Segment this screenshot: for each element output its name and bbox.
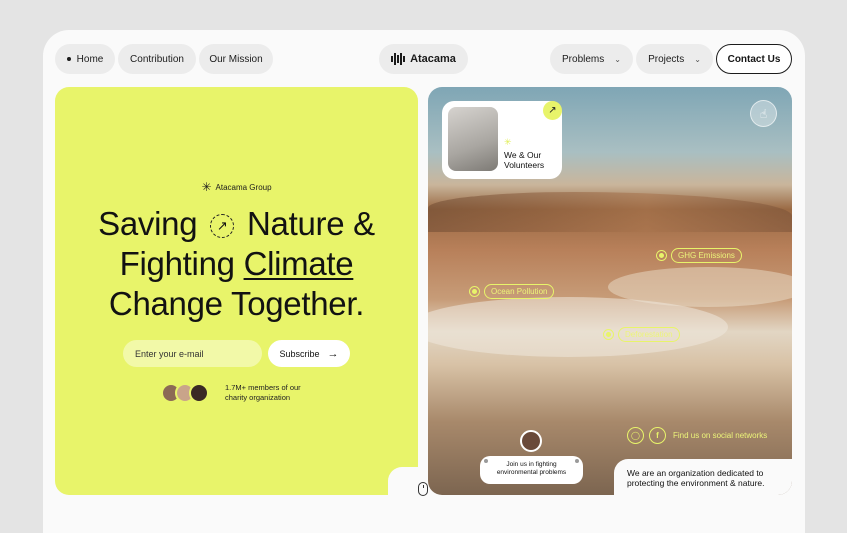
arrow-up-right-icon[interactable]: ↗ [543,101,562,120]
headline-word-climate: Climate [243,245,354,282]
tag-ocean-label: Ocean Pollution [484,283,555,299]
join-us-card[interactable]: Join us in fighting environmental proble… [480,456,583,484]
dot-icon [575,459,579,463]
nav-contribution-label: Contribution [130,53,184,65]
tag-ghg-emissions[interactable]: GHG Emissions [656,247,742,263]
nav-problems-dropdown[interactable]: Problems ⌄ [550,44,633,74]
subscribe-label: Subscribe [279,348,320,359]
mission-line-2: protecting the environment & nature. [627,478,765,488]
tag-deforestation[interactable]: Deforestation [603,326,680,342]
arrow-right-icon: → [327,347,339,360]
members-count: 1.7M+ members of our charity organizatio… [225,383,335,403]
top-nav: Home Contribution Our Mission Atacama Pr… [43,30,805,88]
tag-deforestation-label: Deforestation [618,326,680,342]
member-avatars [161,383,209,405]
nav-our-mission-label: Our Mission [209,53,263,65]
instagram-icon[interactable]: ◯ [627,427,644,444]
brand-tag-label: Atacama Group [215,182,272,192]
mission-line-1: We are an organization dedicated to [627,468,764,478]
target-icon [469,285,480,297]
headline-word-fighting: Fighting [119,245,235,282]
headline-word-nature: Nature & [247,205,375,242]
active-dot-icon [66,57,71,61]
hero-headline: Saving ↗ Nature & Fighting Climate Chang… [55,204,418,324]
landscape-image: ✳ We & Our Volunteers ↗ ☝ GHG Emissions … [428,87,792,495]
page: Home Contribution Our Mission Atacama Pr… [43,30,805,533]
headline-word-saving: Saving [98,205,198,242]
email-input[interactable] [123,340,262,367]
contact-us-button[interactable]: Contact Us [716,44,792,74]
headline-line-3: Change Together. [108,285,365,322]
hero-panel: ✳ Atacama Group Saving ↗ Nature & Fighti… [55,87,418,495]
facebook-icon[interactable]: f [649,427,666,444]
social-links: ◯ f Find us on social networks [627,427,767,444]
nav-projects-dropdown[interactable]: Projects ⌄ [636,44,713,74]
logo[interactable]: Atacama [379,44,468,74]
hand-pointer-icon[interactable]: ☝ [750,100,777,127]
chevron-down-icon: ⌄ [694,54,701,64]
volunteer-photo [448,107,498,171]
subscribe-button[interactable]: Subscribe → [268,340,350,367]
volunteers-label: We & Our Volunteers [504,150,544,170]
mouse-scroll-icon[interactable] [418,482,428,496]
avatar [520,430,542,452]
members-line-2: charity organization [225,393,291,402]
nav-home-label: Home [76,53,104,65]
logo-mark-icon [391,53,406,65]
members-line-1: 1.7M+ members of our [225,383,301,392]
mountain-ridge [428,192,792,232]
chevron-down-icon: ⌄ [614,54,621,64]
target-icon [603,328,614,340]
join-line-2: environmental problems [496,469,567,476]
volunteers-line-1: We & Our [504,150,542,160]
tag-ghg-label: GHG Emissions [671,247,742,263]
salt-flat [428,297,728,357]
dot-icon [484,459,488,463]
target-icon [656,249,667,261]
volunteers-line-2: Volunteers [504,160,545,170]
nav-problems-label: Problems [562,53,605,65]
nav-contribution[interactable]: Contribution [118,44,196,74]
nav-home[interactable]: Home [55,44,115,74]
brand-tag: ✳ Atacama Group [55,180,418,194]
social-label: Find us on social networks [673,431,768,440]
nav-projects-label: Projects [648,53,685,65]
avatar [189,383,209,403]
asterisk-icon: ✳ [201,180,212,194]
logo-text: Atacama [410,53,456,65]
join-line-1: Join us in fighting [506,461,557,468]
tag-ocean-pollution[interactable]: Ocean Pollution [469,283,555,299]
nav-our-mission[interactable]: Our Mission [199,44,273,74]
panel-notch [388,467,418,495]
asterisk-icon: ✳ [504,137,512,147]
mission-statement: We are an organization dedicated to prot… [627,468,795,488]
arrow-up-right-icon: ↗ [210,214,235,238]
